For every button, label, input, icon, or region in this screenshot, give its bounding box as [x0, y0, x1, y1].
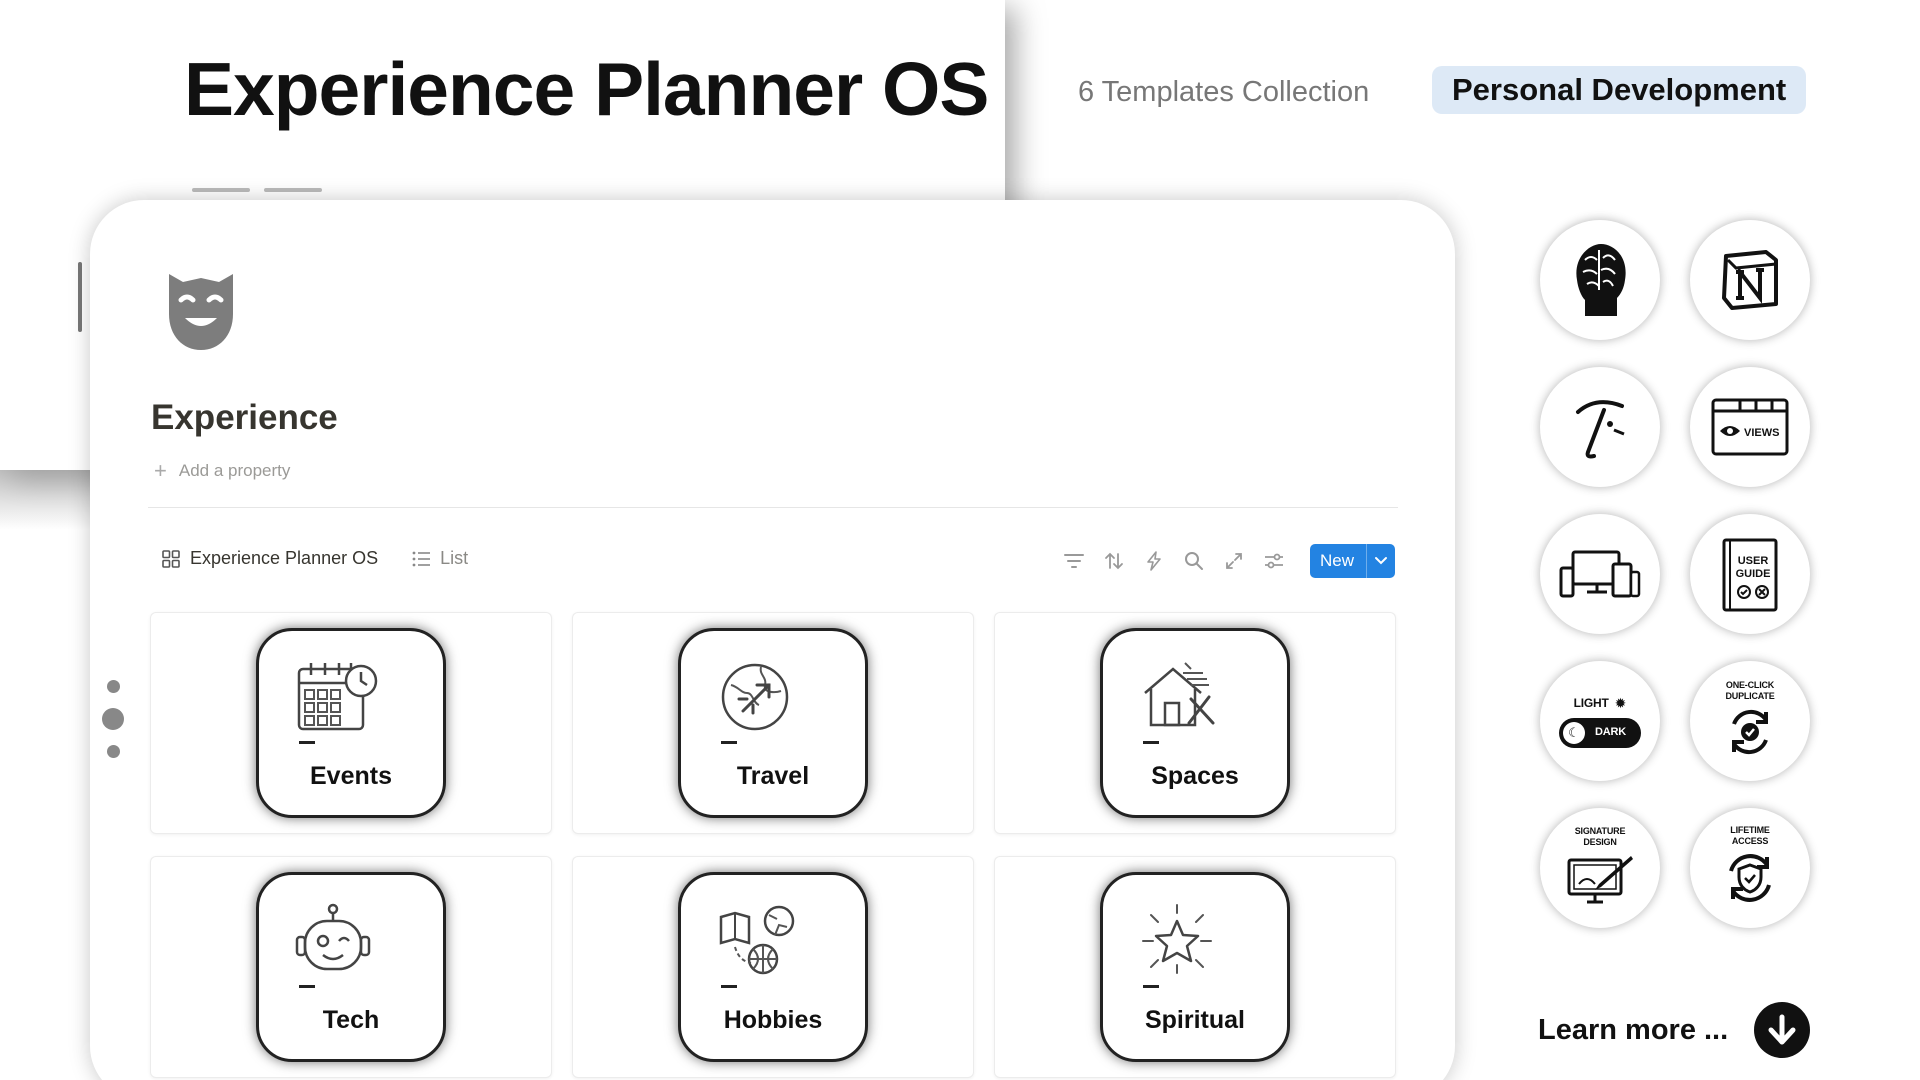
- chevron-down-icon[interactable]: [1367, 556, 1395, 566]
- learn-more-label: Learn more ...: [1538, 1013, 1729, 1046]
- lightning-icon[interactable]: [1142, 549, 1166, 573]
- device-edge-mark: [78, 262, 82, 332]
- gallery-card-travel[interactable]: Travel: [572, 612, 974, 834]
- gallery-grid: Events Travel Spaces Tech Hobbies Spirit…: [150, 612, 1396, 1078]
- tile-spiritual: Spiritual: [1100, 872, 1290, 1062]
- new-button[interactable]: New: [1310, 544, 1396, 578]
- lifetime-text: LIFETIME ACCESS: [1730, 825, 1770, 846]
- brain-head-badge: [1540, 220, 1660, 340]
- carousel-dot[interactable]: [106, 680, 120, 693]
- tile-events: Events: [256, 628, 446, 818]
- robot-icon: [295, 903, 371, 971]
- views-badge: VIEWS: [1690, 367, 1810, 487]
- signature-design-badge: SIGNATURE DESIGN: [1540, 808, 1660, 928]
- tiny-tabs: [192, 188, 322, 192]
- page-title: Experience: [151, 398, 338, 437]
- tab-list-view[interactable]: List: [412, 548, 468, 569]
- card-label: Spiritual: [1144, 1006, 1245, 1034]
- card-label: Tech: [322, 1006, 380, 1034]
- expand-icon[interactable]: [1222, 549, 1246, 573]
- dark-mode-toggle: ☾ DARK: [1559, 717, 1641, 748]
- user-guide-book-icon: USER GUIDE: [1722, 538, 1778, 612]
- lifetime-access-badge: LIFETIME ACCESS: [1690, 808, 1810, 928]
- gallery-card-hobbies[interactable]: Hobbies: [572, 856, 974, 1078]
- card-label: Events: [310, 762, 392, 790]
- carousel-dots: [102, 680, 124, 758]
- gallery-card-tech[interactable]: Tech: [150, 856, 552, 1078]
- device-frame: Experience + Add a property Experience P…: [90, 200, 1455, 1080]
- globe-plane-icon: [721, 663, 789, 731]
- design-monitor-icon: [1567, 855, 1633, 904]
- signature-text: SIGNATURE DESIGN: [1574, 826, 1626, 847]
- light-label: LIGHT: [1573, 695, 1609, 710]
- one-click-duplicate-badge: ONE-CLICK DUPLICATE: [1690, 661, 1810, 781]
- tile-tech: Tech: [256, 872, 446, 1062]
- sparkle-star-icon: [1142, 904, 1212, 974]
- feature-badges: VIEWS USER GUIDE LIGHT ✹ ☾ DARK ONE-CLIC…: [1540, 220, 1810, 928]
- house-tools-icon: [1144, 662, 1215, 727]
- tile-spaces: Spaces: [1100, 628, 1290, 818]
- tab-gallery-view[interactable]: Experience Planner OS: [162, 548, 378, 569]
- add-property-button[interactable]: + Add a property: [154, 460, 290, 482]
- new-button-label: New: [1310, 544, 1368, 578]
- arrow-down-icon[interactable]: [1754, 1002, 1811, 1058]
- user-guide-badge: USER GUIDE: [1690, 514, 1810, 634]
- add-property-label: Add a property: [178, 461, 291, 480]
- category-badge: Personal Development: [1432, 66, 1807, 114]
- browser-views-icon: VIEWS: [1711, 398, 1789, 456]
- shield-cycle-icon: [1729, 853, 1771, 902]
- divider: [148, 507, 1398, 508]
- settings-sliders-icon[interactable]: [1262, 549, 1286, 573]
- carousel-dot-active[interactable]: [102, 708, 124, 730]
- light-dark-badge: LIGHT ✹ ☾ DARK: [1540, 661, 1660, 781]
- devices-badge: [1540, 514, 1660, 634]
- view-tabs: Experience Planner OS List: [162, 548, 468, 569]
- database-toolbar: New: [1062, 544, 1396, 578]
- moon-icon: ☾: [1563, 721, 1585, 744]
- hobbies-icon: [719, 905, 795, 975]
- card-label: Travel: [736, 762, 810, 790]
- gallery-icon: [162, 549, 180, 568]
- plus-icon: +: [154, 458, 167, 483]
- notion-logo-icon: [1722, 250, 1778, 310]
- learn-more[interactable]: Learn more ...: [1538, 1002, 1811, 1058]
- filter-icon[interactable]: [1062, 549, 1086, 573]
- views-text: VIEWS: [1744, 427, 1779, 439]
- tab-gallery-label: Experience Planner OS: [190, 548, 379, 568]
- lever-icon: [1576, 400, 1625, 459]
- tile-travel: Travel: [678, 628, 868, 818]
- brain-head-icon: [1576, 244, 1626, 316]
- svg-text:GUIDE: GUIDE: [1736, 568, 1771, 580]
- search-icon[interactable]: [1182, 549, 1206, 573]
- card-label: Spaces: [1151, 762, 1239, 790]
- tab-list-label: List: [440, 548, 469, 568]
- background-shade: [0, 470, 90, 530]
- notion-badge: [1690, 220, 1810, 340]
- sort-icon[interactable]: [1102, 549, 1126, 573]
- theater-mask-icon: [169, 274, 233, 350]
- carousel-dot[interactable]: [106, 745, 120, 758]
- duplicate-refresh-icon: [1732, 709, 1768, 754]
- main-title: Experience Planner OS: [184, 47, 989, 131]
- gallery-card-spiritual[interactable]: Spiritual: [994, 856, 1396, 1078]
- dark-label: DARK: [1595, 725, 1626, 738]
- gallery-card-events[interactable]: Events: [150, 612, 552, 834]
- tile-hobbies: Hobbies: [678, 872, 868, 1062]
- devices-icon: [1559, 550, 1641, 598]
- sun-icon: ✹: [1614, 694, 1627, 711]
- list-icon: [412, 551, 431, 566]
- subtitle: 6 Templates Collection: [1078, 76, 1370, 108]
- gallery-card-spaces[interactable]: Spaces: [994, 612, 1396, 834]
- card-label: Hobbies: [723, 1006, 823, 1034]
- one-click-text: ONE-CLICK DUPLICATE: [1725, 680, 1775, 701]
- wand-badge: [1540, 367, 1660, 487]
- user-guide-text: USER: [1738, 555, 1769, 567]
- calendar-clock-icon: [297, 663, 378, 731]
